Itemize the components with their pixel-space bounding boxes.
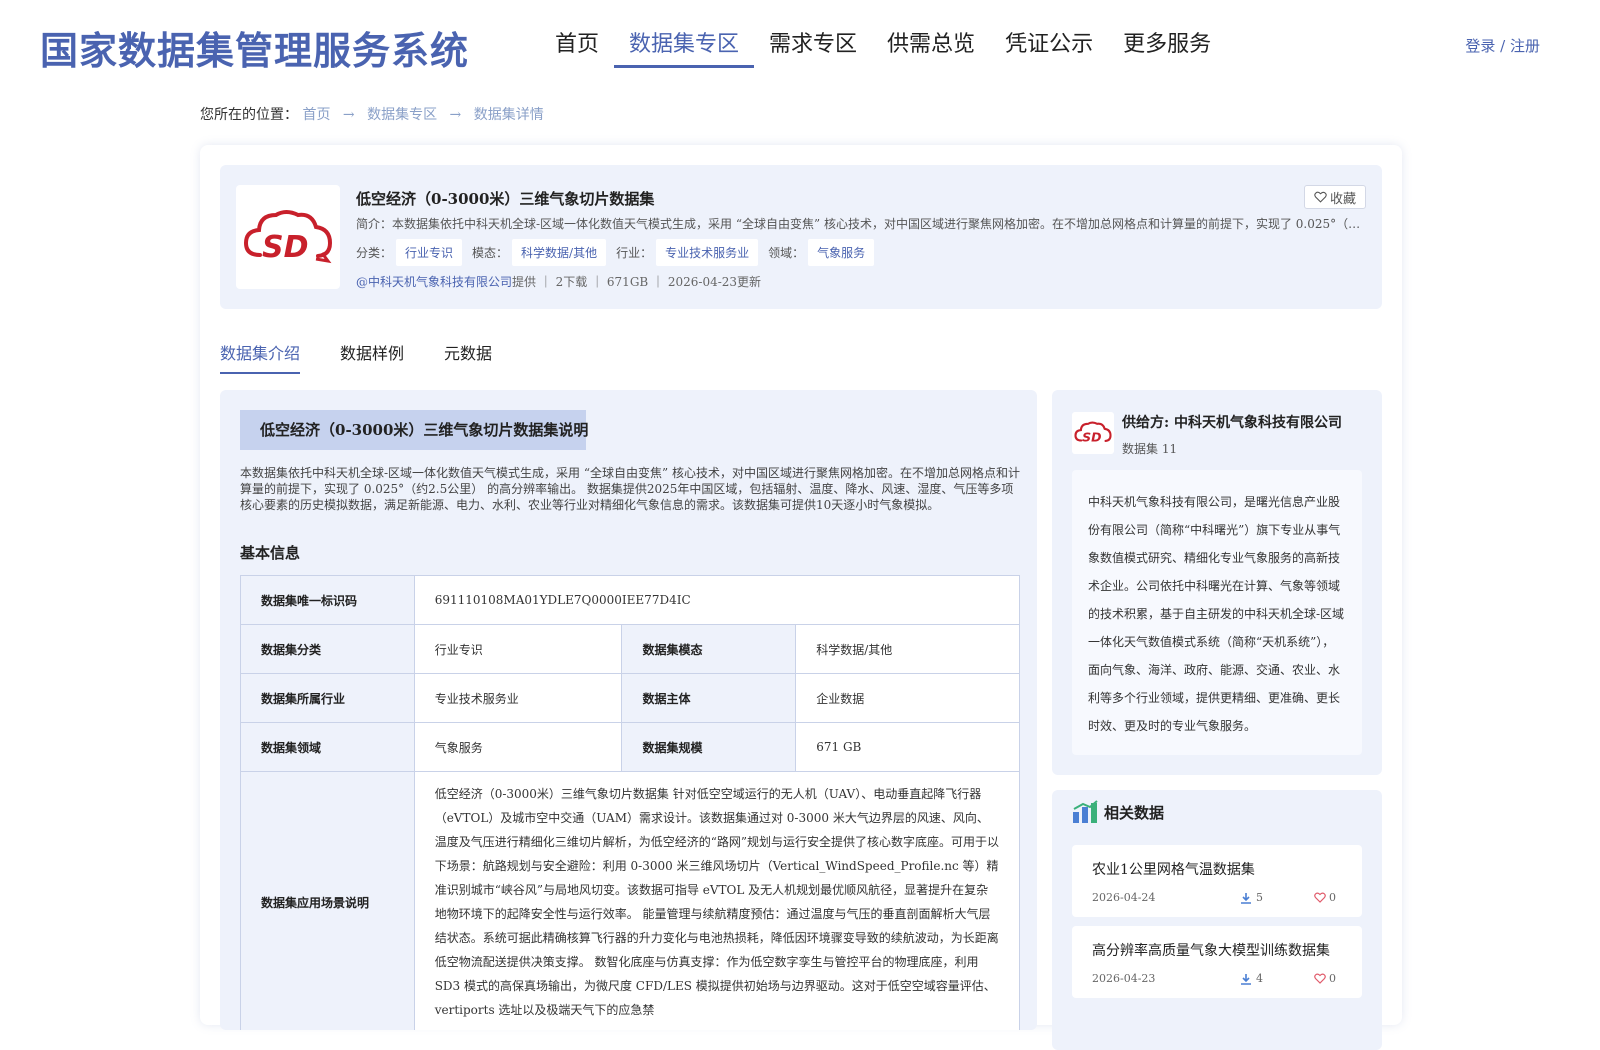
download-icon	[1241, 973, 1251, 985]
domain-tag[interactable]: 气象服务	[808, 239, 875, 266]
tab-intro[interactable]: 数据集介绍	[220, 340, 301, 374]
provider-link[interactable]: @中科天机气象科技有限公司	[356, 275, 512, 289]
table-key: 数据集应用场景说明	[240, 771, 415, 1030]
related-item-name: 高分辨率高质量气象大模型训练数据集	[1092, 943, 1330, 959]
dataset-card: SD 低空经济（0-3000米）三维气象切片数据集 简介：本数据集依托中科天机全…	[200, 145, 1402, 1050]
dataset-logo: SD	[236, 185, 340, 289]
nav-datasets[interactable]: 数据集专区	[614, 28, 755, 68]
favorite-button[interactable]: 收藏	[1304, 185, 1366, 209]
login-register-link[interactable]: 登录 / 注册	[1465, 35, 1540, 56]
basic-info-table: 数据集唯一标识码 691110108MA01YDLE7Q0000IEE77D4I…	[240, 575, 1021, 1030]
provider-intro: 中科天机气象科技有限公司，是曙光信息产业股份有限公司（简称“中科曙光”）旗下专业…	[1072, 470, 1362, 755]
tab-sample[interactable]: 数据样例	[340, 340, 404, 374]
intro-heading: 低空经济（0-3000米）三维气象切片数据集说明	[240, 410, 588, 450]
detail-tabs: 数据集介绍 数据样例 元数据	[220, 340, 532, 374]
breadcrumb: 您所在的位置： 首页 → 数据集专区 → 数据集详情	[200, 104, 544, 124]
table-value: 专业技术服务业	[413, 673, 623, 723]
nav-more[interactable]: 更多服务	[1108, 28, 1226, 68]
breadcrumb-home[interactable]: 首页	[302, 107, 330, 123]
industry-label: 行业：	[616, 246, 653, 260]
table-key: 数据集唯一标识码	[240, 575, 415, 625]
dataset-summary: 简介：本数据集依托中科天机全球-区域一体化数值天气模式生成，采用 “全球自由变焦…	[356, 217, 1366, 231]
table-value: 企业数据	[795, 673, 1020, 723]
nav-demand[interactable]: 需求专区	[754, 28, 872, 68]
main-nav: 首页 数据集专区 需求专区 供需总览 凭证公示 更多服务	[540, 28, 1226, 68]
site-logo[interactable]: 国家数据集管理服务系统	[40, 20, 469, 75]
provider-name[interactable]: 供给方: 中科天机气象科技有限公司	[1122, 412, 1342, 432]
intro-description: 本数据集依托中科天机全球-区域一体化数值天气模式生成，采用 “全球自由变焦” 核…	[240, 466, 1020, 512]
table-value: 671 GB	[795, 722, 1020, 772]
table-row: 数据集领域 气象服务 数据集规模 671 GB	[240, 722, 1020, 772]
dataset-title: 低空经济（0-3000米）三维气象切片数据集	[356, 190, 655, 208]
table-value: 低空经济（0-3000米）三维气象切片数据集 针对低空空域运行的无人机（UAV）…	[413, 771, 1021, 1030]
industry-tag[interactable]: 专业技术服务业	[656, 239, 759, 266]
breadcrumb-detail[interactable]: 数据集详情	[474, 107, 544, 123]
header: 国家数据集管理服务系统 首页 数据集专区 需求专区 供需总览 凭证公示 更多服务…	[0, 0, 1600, 90]
domain-label: 领域：	[768, 246, 805, 260]
basic-info-title: 基本信息	[240, 544, 301, 562]
downloads-count: 4	[1256, 972, 1263, 985]
table-value: 气象服务	[413, 722, 623, 772]
table-key: 数据集所属行业	[240, 673, 415, 723]
category-tag[interactable]: 行业专识	[396, 239, 463, 266]
sd-logo: SD	[1074, 421, 1112, 444]
breadcrumb-datasets[interactable]: 数据集专区	[367, 107, 437, 123]
provider-meta: 提供 ｜ 2下载 ｜ 671GB ｜ 2026-04-23更新	[512, 275, 762, 289]
category-label: 分类：	[356, 246, 393, 260]
table-row: 数据集应用场景说明 低空经济（0-3000米）三维气象切片数据集 针对低空空域运…	[240, 771, 1021, 1030]
svg-text:SD: SD	[262, 230, 309, 265]
nav-home[interactable]: 首页	[540, 28, 614, 68]
table-key: 数据主体	[621, 673, 797, 723]
dataset-tags: 分类： 行业专识 模态： 科学数据/其他 行业： 专业技术服务业 领域： 气象服…	[356, 239, 884, 266]
table-key: 数据集模态	[621, 624, 797, 674]
breadcrumb-prefix: 您所在的位置：	[200, 107, 298, 123]
related-item-likes[interactable]: 0	[1314, 972, 1336, 985]
table-row: 数据集唯一标识码 691110108MA01YDLE7Q0000IEE77D4I…	[240, 575, 1021, 625]
related-item-likes[interactable]: 0	[1314, 891, 1336, 904]
likes-count: 0	[1329, 891, 1336, 904]
table-key: 数据集规模	[621, 722, 797, 772]
provider-line: @中科天机气象科技有限公司提供 ｜ 2下载 ｜ 671GB ｜ 2026-04-…	[356, 273, 761, 290]
favorite-label: 收藏	[1329, 191, 1356, 207]
related-panel: 相关数据 农业1公里网格气温数据集 2026-04-24 5 0 高分辨率高质量…	[1052, 790, 1382, 1050]
bar-chart-icon	[1073, 800, 1098, 823]
heart-icon	[1314, 892, 1326, 903]
related-item-date: 2026-04-23	[1092, 972, 1156, 985]
tab-metadata[interactable]: 元数据	[444, 340, 492, 374]
modality-tag[interactable]: 科学数据/其他	[512, 239, 607, 266]
svg-text:SD: SD	[1082, 429, 1101, 444]
related-item-downloads: 5	[1240, 891, 1263, 904]
nav-certificates[interactable]: 凭证公示	[990, 28, 1108, 68]
likes-count: 0	[1329, 972, 1336, 985]
table-key: 数据集领域	[240, 722, 415, 772]
intro-panel: 低空经济（0-3000米）三维气象切片数据集说明 本数据集依托中科天机全球-区域…	[220, 390, 1037, 1030]
provider-dataset-count: 数据集 11	[1122, 442, 1178, 456]
download-icon	[1241, 892, 1251, 904]
provider-panel: SD 供给方: 中科天机气象科技有限公司 数据集 11 中科天机气象科技有限公司…	[1052, 390, 1382, 775]
table-key: 数据集分类	[240, 624, 415, 674]
table-value: 行业专识	[413, 624, 623, 674]
table-row: 数据集分类 行业专识 数据集模态 科学数据/其他	[240, 624, 1020, 674]
dataset-summary-panel: SD 低空经济（0-3000米）三维气象切片数据集 简介：本数据集依托中科天机全…	[220, 165, 1382, 309]
related-item-date: 2026-04-24	[1092, 891, 1156, 904]
provider-logo[interactable]: SD	[1072, 412, 1114, 454]
table-row: 数据集所属行业 专业技术服务业 数据主体 企业数据	[240, 673, 1020, 723]
table-value: 691110108MA01YDLE7Q0000IEE77D4IC	[413, 575, 1021, 625]
related-item[interactable]: 高分辨率高质量气象大模型训练数据集 2026-04-23 4 0	[1072, 926, 1362, 998]
arrow-right-icon: →	[449, 107, 462, 123]
heart-icon	[1314, 973, 1326, 984]
heart-icon	[1314, 191, 1327, 203]
nav-overview[interactable]: 供需总览	[872, 28, 990, 68]
related-item[interactable]: 农业1公里网格气温数据集 2026-04-24 5 0	[1072, 845, 1362, 917]
downloads-count: 5	[1256, 891, 1263, 904]
related-item-name: 农业1公里网格气温数据集	[1092, 862, 1255, 878]
modality-label: 模态：	[472, 246, 509, 260]
table-value: 科学数据/其他	[795, 624, 1020, 674]
sd-logo: SD	[243, 210, 333, 265]
related-item-downloads: 4	[1240, 972, 1263, 985]
related-title-text: 相关数据	[1104, 803, 1165, 822]
arrow-right-icon: →	[342, 107, 355, 123]
related-title: 相关数据	[1072, 800, 1164, 824]
